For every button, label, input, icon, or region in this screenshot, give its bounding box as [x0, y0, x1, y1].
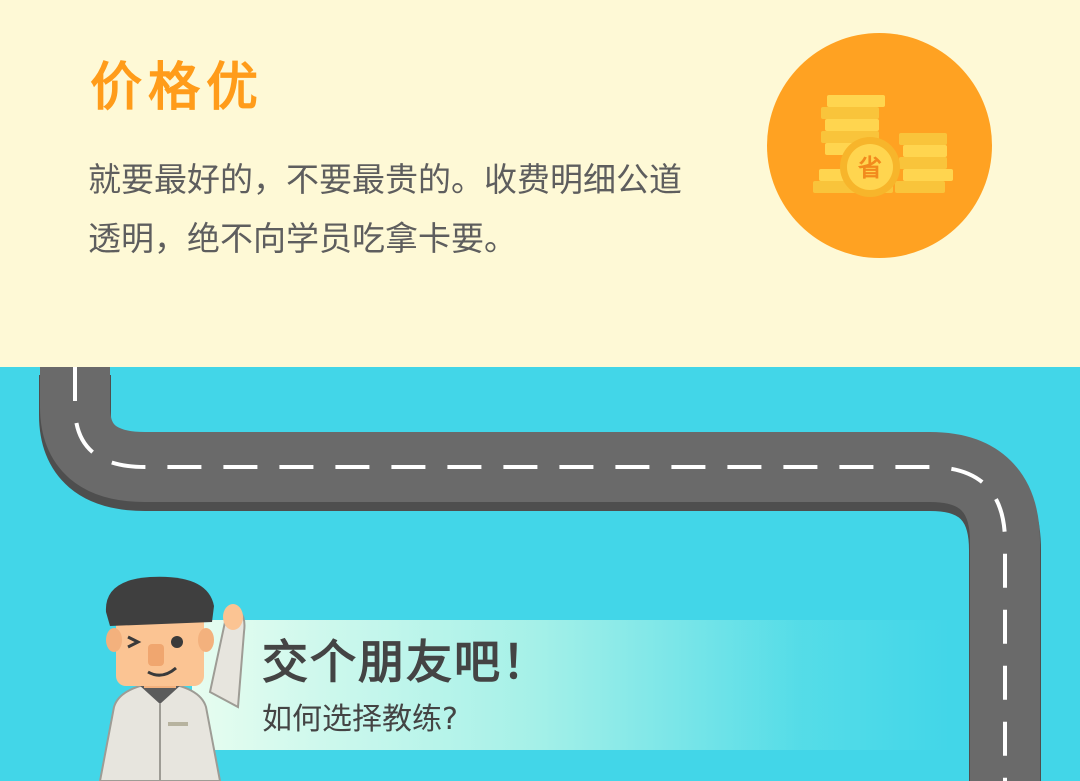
banner-section: 交个朋友吧！ 如何选择教练? [0, 367, 1080, 781]
coin-label: 省 [857, 154, 882, 182]
description-line: 就要最好的，不要最贵的。收费明细公道 [88, 160, 682, 199]
feature-description: 就要最好的，不要最贵的。收费明细公道 透明，绝不向学员吃拿卡要。 [88, 150, 748, 268]
description-line: 透明，绝不向学员吃拿卡要。 [88, 219, 517, 258]
coins-save-icon: 省 [767, 33, 992, 258]
feature-title: 价格优 [90, 58, 265, 118]
banner-subtitle: 如何选择教练? [262, 702, 458, 737]
feature-section: 价格优 就要最好的，不要最贵的。收费明细公道 透明，绝不向学员吃拿卡要。 省 [0, 0, 1080, 367]
instructor-avatar [98, 576, 246, 781]
banner-title: 交个朋友吧！ [262, 635, 550, 689]
